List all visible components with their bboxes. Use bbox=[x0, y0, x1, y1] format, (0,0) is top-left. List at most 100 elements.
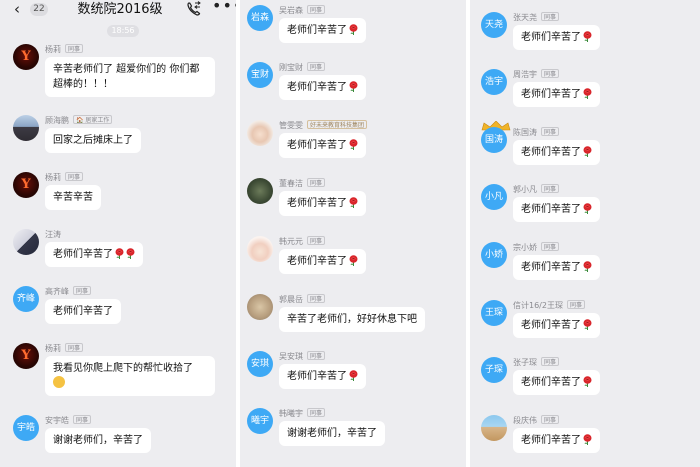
rose-icon bbox=[583, 203, 592, 214]
message-bubble[interactable]: 老师们辛苦了 bbox=[279, 249, 366, 274]
sender-name: 张天尧 bbox=[513, 13, 537, 22]
sender-name: 刚宝财 bbox=[279, 63, 303, 72]
avatar[interactable] bbox=[247, 120, 273, 146]
role-tag: 同事 bbox=[307, 351, 326, 360]
rose-icon bbox=[349, 370, 358, 381]
role-tag: 同事 bbox=[307, 236, 326, 245]
message-bubble[interactable]: 辛苦老师们了 超爱你们的 你们都 超棒的！！！ bbox=[45, 57, 215, 97]
rose-icon bbox=[349, 24, 358, 35]
message-bubble[interactable]: 老师们辛苦了 bbox=[513, 140, 600, 165]
avatar[interactable]: 宝财 bbox=[247, 62, 273, 88]
rose-icon bbox=[349, 197, 358, 208]
phone-call-icon[interactable] bbox=[186, 1, 202, 17]
message-bubble[interactable]: 辛苦辛苦 bbox=[45, 185, 101, 210]
avatar[interactable]: Y bbox=[13, 343, 39, 369]
avatar[interactable] bbox=[247, 178, 273, 204]
avatar[interactable]: 浩宇 bbox=[481, 69, 507, 95]
chevron-left-icon[interactable]: ‹ bbox=[14, 1, 30, 18]
role-tag: 同事 bbox=[65, 172, 84, 181]
sender-name: 杨莉 bbox=[45, 344, 61, 353]
message-bubble[interactable]: 老师们辛苦了 bbox=[513, 428, 600, 453]
avatar[interactable]: Y bbox=[13, 44, 39, 70]
avatar[interactable]: 曦宇 bbox=[247, 408, 273, 434]
avatar[interactable] bbox=[13, 115, 39, 141]
sender-name: 郭晨岳 bbox=[279, 295, 303, 304]
message-bubble[interactable]: 老师们辛苦了 bbox=[279, 364, 366, 389]
chat-panel-right: 天尧 张天尧 同事 老师们辛苦了 浩宇 周浩宇 同事 老师们辛苦了 国涛 陈国涛 同事… bbox=[470, 0, 700, 467]
rose-icon bbox=[583, 31, 592, 42]
role-tag: 同事 bbox=[541, 242, 560, 251]
org-tag: 好未来教育科技集团 bbox=[307, 120, 368, 129]
role-tag: 同事 bbox=[307, 294, 326, 303]
message-bubble[interactable]: 老师们辛苦了 bbox=[513, 197, 600, 222]
message-bubble[interactable]: 老师们辛苦了 bbox=[513, 370, 600, 395]
avatar[interactable]: 宇皓 bbox=[13, 415, 39, 441]
avatar[interactable]: Y bbox=[13, 172, 39, 198]
rose-icon bbox=[583, 261, 592, 272]
role-tag: 同事 bbox=[541, 127, 560, 136]
avatar[interactable]: 安琪 bbox=[247, 351, 273, 377]
message-bubble[interactable]: 老师们辛苦了 bbox=[279, 75, 366, 100]
sender-name: 吴岩森 bbox=[279, 6, 303, 15]
message-bubble[interactable]: 老师们辛苦了 bbox=[45, 242, 143, 267]
rose-icon bbox=[349, 81, 358, 92]
message-bubble[interactable]: 老师们辛苦了 bbox=[279, 133, 366, 158]
role-tag: 同事 bbox=[65, 343, 84, 352]
message-bubble[interactable]: 我看见你爬上爬下的帮忙收拾了 bbox=[45, 356, 215, 396]
role-tag: 同事 bbox=[541, 357, 560, 366]
sender-name: 董春洁 bbox=[279, 179, 303, 188]
role-tag: 同事 bbox=[307, 62, 326, 71]
sender-name: 杨莉 bbox=[45, 173, 61, 182]
avatar[interactable]: 小娇 bbox=[481, 242, 507, 268]
message-bubble[interactable]: 老师们辛苦了 bbox=[45, 299, 121, 324]
rose-icon bbox=[583, 376, 592, 387]
message-bubble[interactable]: 老师们辛苦了 bbox=[513, 25, 600, 50]
avatar[interactable] bbox=[247, 236, 273, 262]
sender-name: 陈国涛 bbox=[513, 128, 537, 137]
role-tag: 同事 bbox=[541, 415, 560, 424]
message-bubble[interactable]: 老师们辛苦了 bbox=[513, 255, 600, 280]
cheer-emoji-icon bbox=[53, 376, 65, 388]
timestamp-pill: 18:56 bbox=[107, 25, 139, 37]
message-bubble[interactable]: 老师们辛苦了 bbox=[279, 18, 366, 43]
sender-name: 管雯雯 bbox=[279, 121, 303, 130]
role-tag: 同事 bbox=[541, 69, 560, 78]
message-bubble[interactable]: 回家之后摊床上了 bbox=[45, 128, 141, 153]
rose-icon bbox=[349, 139, 358, 150]
message-bubble[interactable]: 老师们辛苦了 bbox=[513, 82, 600, 107]
avatar[interactable]: 小凡 bbox=[481, 184, 507, 210]
chat-panel-left: ‹ 22 数统院2016级 ••• 18:56 Y 杨莉同事 辛苦老师们了 超爱… bbox=[0, 0, 236, 467]
rose-icon bbox=[583, 146, 592, 157]
avatar[interactable]: 国涛 bbox=[481, 127, 507, 153]
avatar[interactable]: 岩森 bbox=[247, 5, 273, 31]
role-tag: 同事 bbox=[541, 12, 560, 21]
message-bubble[interactable]: 老师们辛苦了 bbox=[513, 313, 600, 338]
role-tag: 同事 bbox=[307, 178, 326, 187]
sender-name: 吴安琪 bbox=[279, 352, 303, 361]
role-tag: 同事 bbox=[566, 300, 585, 309]
rose-icon bbox=[349, 255, 358, 266]
avatar[interactable]: 子琛 bbox=[481, 357, 507, 383]
avatar[interactable] bbox=[481, 415, 507, 441]
rose-icon bbox=[115, 248, 124, 259]
status-tag: 🏠 居家工作 bbox=[73, 115, 113, 124]
sender-name: 汪涛 bbox=[45, 230, 61, 239]
avatar[interactable]: 王琛 bbox=[481, 300, 507, 326]
message-bubble[interactable]: 老师们辛苦了 bbox=[279, 191, 366, 216]
rose-icon bbox=[583, 88, 592, 99]
message-bubble[interactable]: 谢谢老师们，辛苦了 bbox=[45, 428, 151, 453]
avatar[interactable] bbox=[247, 294, 273, 320]
sender-name: 张子琛 bbox=[513, 358, 537, 367]
sender-name: 段庆伟 bbox=[513, 416, 537, 425]
rose-icon bbox=[126, 248, 135, 259]
role-tag: 同事 bbox=[307, 5, 326, 14]
message-bubble[interactable]: 辛苦了老师们，好好休息下吧 bbox=[279, 307, 425, 332]
sender-name: 顾海鹏 bbox=[45, 116, 69, 125]
avatar[interactable]: 天尧 bbox=[481, 12, 507, 38]
avatar[interactable] bbox=[13, 229, 39, 255]
avatar[interactable]: 齐峰 bbox=[13, 286, 39, 312]
sender-name: 宗小娇 bbox=[513, 243, 537, 252]
rose-icon bbox=[583, 319, 592, 330]
more-icon[interactable]: ••• bbox=[212, 0, 236, 16]
message-bubble[interactable]: 谢谢老师们，辛苦了 bbox=[279, 421, 385, 446]
